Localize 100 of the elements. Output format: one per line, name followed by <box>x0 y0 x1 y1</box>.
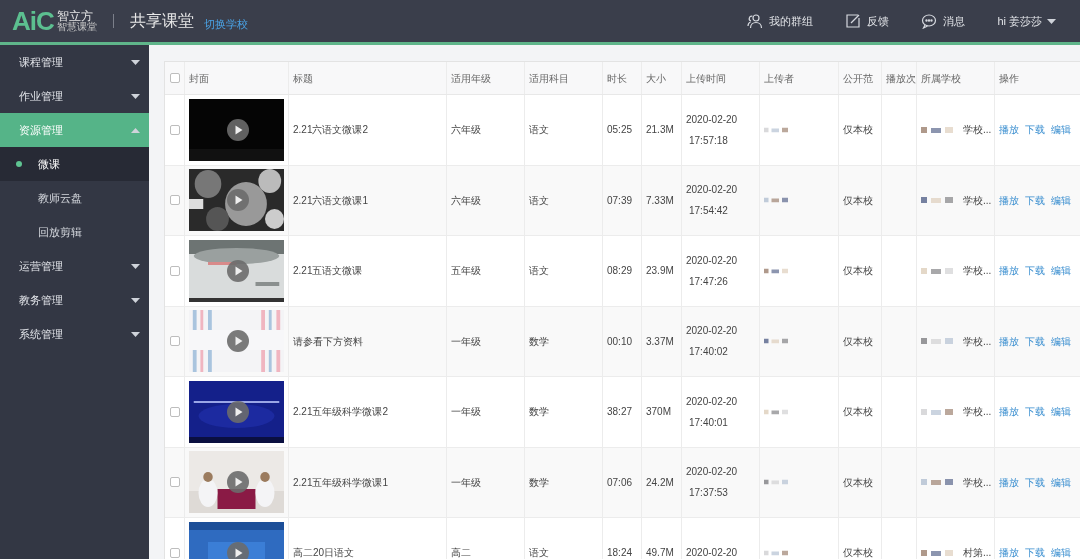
checkbox[interactable] <box>169 265 180 276</box>
table-cell: 一年级 <box>447 447 525 517</box>
table-cell: 语文 <box>525 165 603 235</box>
action-link[interactable]: 播放 <box>999 333 1019 349</box>
table-cell: 语文 <box>525 518 603 559</box>
column-header: 适用年级 <box>447 62 525 94</box>
upload-date: 2020-02-20 <box>686 465 738 480</box>
checkbox[interactable] <box>169 124 180 135</box>
sidebar-item[interactable]: 课程管理 <box>0 45 149 79</box>
sidebar-item[interactable]: 资源管理 <box>0 113 149 147</box>
column-header: 封面 <box>185 62 289 94</box>
action-link[interactable]: 播放 <box>999 263 1019 279</box>
table-cell: 一年级 <box>447 377 525 447</box>
table-cell: 2.21五语文微课 <box>289 236 447 306</box>
upload-time: 17:40:01 <box>688 415 728 430</box>
table-cell: 六年级 <box>447 165 525 235</box>
action-link[interactable]: 播放 <box>999 404 1019 420</box>
action-link[interactable]: 下载 <box>1025 333 1045 349</box>
logo-name: 智立方 <box>56 10 93 22</box>
checkbox[interactable] <box>169 336 180 347</box>
checkbox[interactable] <box>169 477 180 488</box>
action-link[interactable]: 编辑 <box>1051 404 1071 420</box>
table-cell: 21.3M <box>642 95 682 165</box>
nav-button[interactable]: 我的群组 <box>747 12 814 30</box>
upload-date: 2020-02-20 <box>686 324 738 339</box>
action-link[interactable]: 编辑 <box>1051 474 1071 490</box>
checkbox[interactable] <box>169 195 180 206</box>
school-name: 学校... <box>963 123 992 138</box>
table-cell: 7.33M <box>642 165 682 235</box>
column-header: 上传者 <box>760 62 839 94</box>
app-title: 共享课堂 <box>129 11 194 31</box>
school-name: 学校... <box>963 405 992 420</box>
table-cell: 2.21五年级科学微课2 <box>289 377 447 447</box>
upload-date: 2020-02-20 <box>686 112 738 127</box>
table-cell: 仅本校 <box>839 306 882 376</box>
action-link[interactable]: 编辑 <box>1051 333 1071 349</box>
action-link[interactable]: 播放 <box>999 545 1019 559</box>
upload-time: 17:54:42 <box>688 204 728 219</box>
sidebar-item[interactable]: 运营管理 <box>0 249 149 283</box>
action-link[interactable]: 下载 <box>1025 474 1045 490</box>
table-cell: 07:06 <box>603 447 642 517</box>
table-cell: 仅本校 <box>839 377 882 447</box>
upload-date: 2020-02-20 <box>686 546 738 559</box>
action-link[interactable]: 下载 <box>1025 122 1045 138</box>
people-icon <box>747 13 764 29</box>
nav-button[interactable]: 消息 <box>921 12 966 30</box>
table-cell: 六年级 <box>447 95 525 165</box>
sidebar-item[interactable]: 系统管理 <box>0 317 149 351</box>
edit-icon <box>845 13 862 29</box>
action-link[interactable]: 播放 <box>999 474 1019 490</box>
school-name: 学校... <box>963 264 992 279</box>
column-header: 标题 <box>289 62 447 94</box>
table-cell: 05:25 <box>603 95 642 165</box>
action-link[interactable]: 播放 <box>999 192 1019 208</box>
table-cell: 高二20日语文 <box>289 518 447 559</box>
caret-down-icon <box>131 93 140 99</box>
sidebar-subitem[interactable]: 教师云盘 <box>0 181 149 215</box>
table-cell: 2.21五年级科学微课1 <box>289 447 447 517</box>
user-menu[interactable]: hi 姜莎莎 <box>997 12 1056 30</box>
sidebar-subitem[interactable]: 微课 <box>0 147 149 181</box>
column-header: 播放次 <box>882 62 917 94</box>
play-icon[interactable] <box>227 118 249 141</box>
table-cell: 仅本校 <box>839 518 882 559</box>
play-icon[interactable] <box>227 400 249 423</box>
upload-time: 17:57:18 <box>688 133 728 148</box>
play-icon[interactable] <box>227 471 249 494</box>
upload-date: 2020-02-20 <box>686 394 738 409</box>
school-name: 村第... <box>963 546 992 559</box>
action-link[interactable]: 下载 <box>1025 545 1045 559</box>
action-link[interactable]: 下载 <box>1025 404 1045 420</box>
sidebar-item[interactable]: 教务管理 <box>0 283 149 317</box>
table-cell: 高二 <box>447 518 525 559</box>
action-link[interactable]: 下载 <box>1025 192 1045 208</box>
action-link[interactable]: 编辑 <box>1051 263 1071 279</box>
upload-date: 2020-02-20 <box>686 253 738 268</box>
school-name: 学校... <box>963 193 992 208</box>
table-cell: 3.37M <box>642 306 682 376</box>
sidebar-subitem[interactable]: 回放剪辑 <box>0 215 149 249</box>
checkbox[interactable] <box>169 73 180 83</box>
column-header: 大小 <box>642 62 682 94</box>
column-header: 上传时间 <box>682 62 760 94</box>
table-cell: 07:39 <box>603 165 642 235</box>
action-link[interactable]: 编辑 <box>1051 545 1071 559</box>
action-link[interactable]: 播放 <box>999 122 1019 138</box>
column-header: 时长 <box>603 62 642 94</box>
checkbox[interactable] <box>169 406 180 417</box>
table-cell: 23.9M <box>642 236 682 306</box>
upload-time: 17:40:02 <box>688 345 728 360</box>
column-header: 操作 <box>995 62 1080 94</box>
table-cell: 请参看下方资料 <box>289 306 447 376</box>
table-cell: 语文 <box>525 95 603 165</box>
action-link[interactable]: 下载 <box>1025 263 1045 279</box>
action-link[interactable]: 编辑 <box>1051 122 1071 138</box>
action-link[interactable]: 编辑 <box>1051 192 1071 208</box>
checkbox[interactable] <box>169 547 180 558</box>
switch-school-link[interactable]: 切换学校 <box>203 15 248 33</box>
upload-time: 17:37:53 <box>688 486 728 501</box>
sidebar-item[interactable]: 作业管理 <box>0 79 149 113</box>
nav-button[interactable]: 反馈 <box>845 12 890 30</box>
caret-down-icon <box>131 59 140 65</box>
